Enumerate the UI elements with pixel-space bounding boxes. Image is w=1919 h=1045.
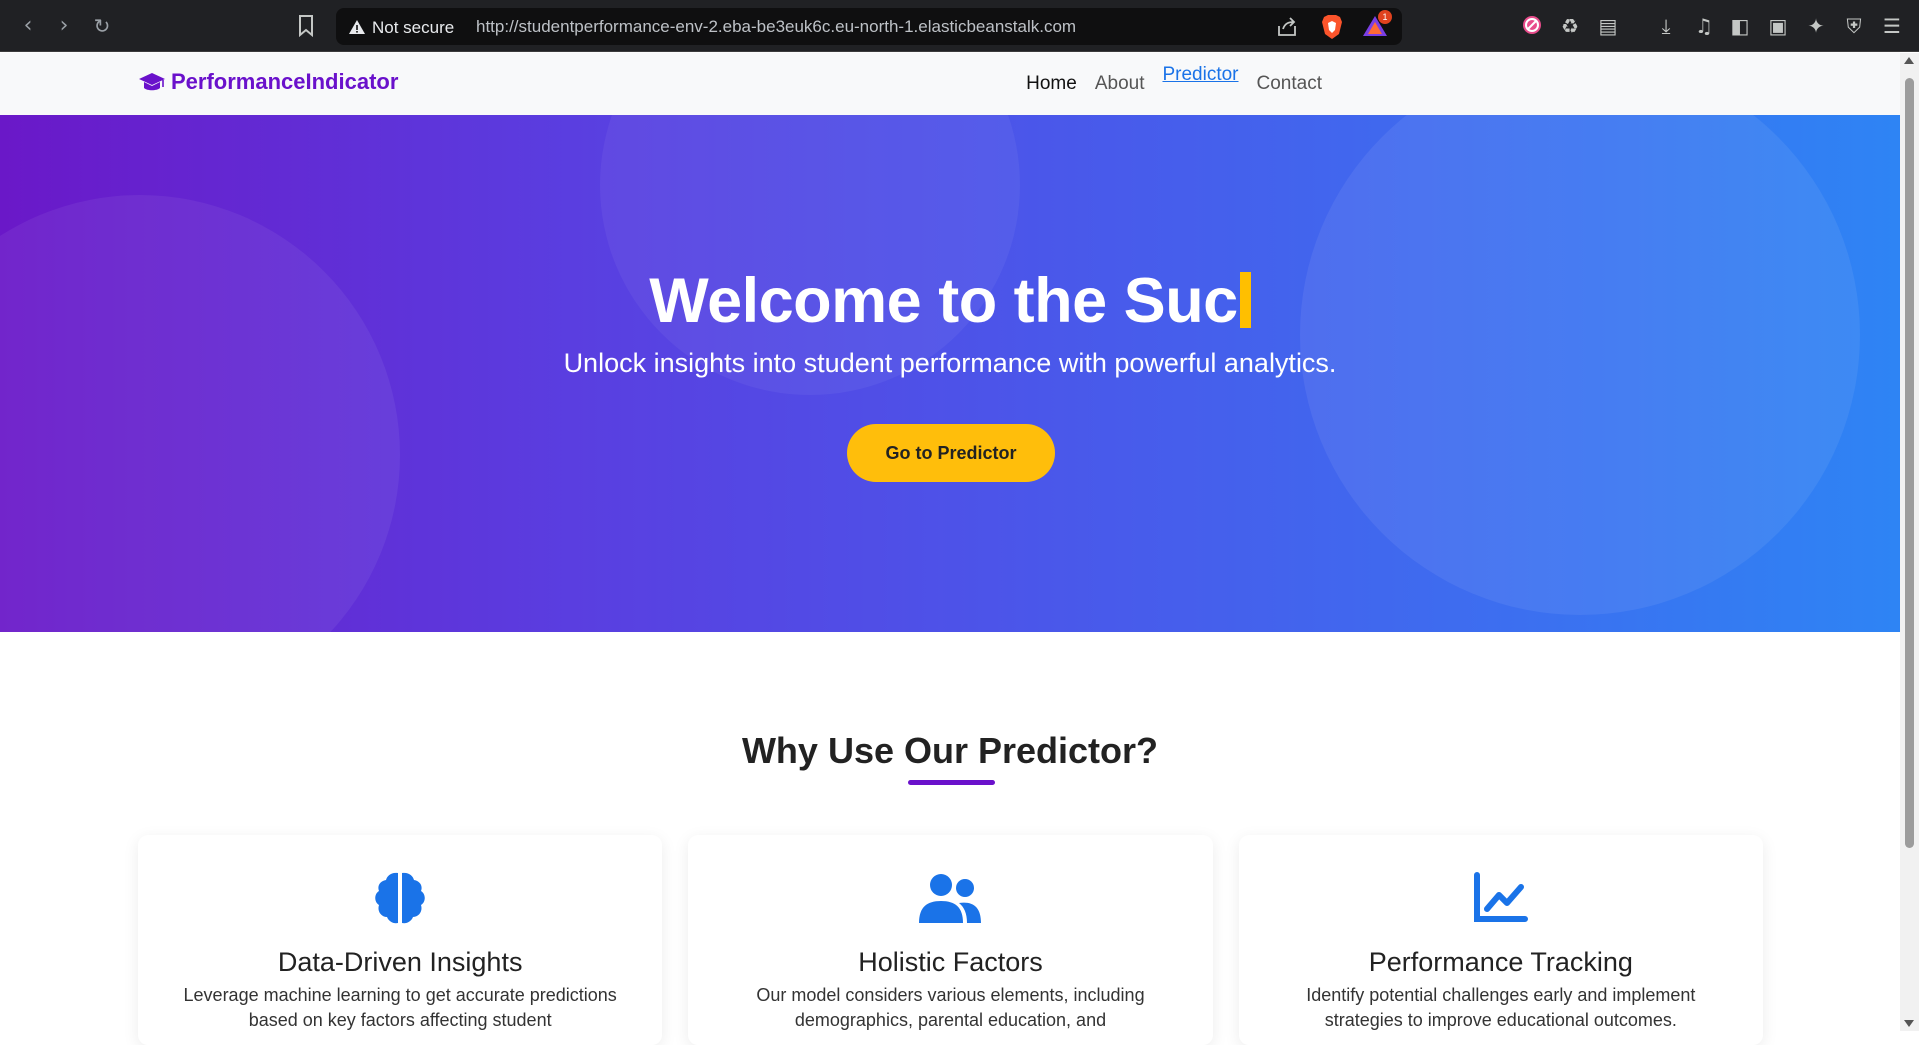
hero-title-text: Welcome to the Suc	[649, 266, 1238, 336]
back-icon[interactable]: ‹	[14, 12, 42, 40]
chart-line-icon	[1473, 872, 1528, 922]
ai-sparkle-icon[interactable]: ✦	[1804, 14, 1828, 38]
feature-card: Data-Driven Insights Leverage machine le…	[138, 835, 663, 1045]
site-navbar: PerformanceIndicator Home About Predicto…	[0, 53, 1900, 115]
extensions-icon[interactable]: ♻	[1558, 14, 1582, 38]
heading-underline	[908, 780, 995, 785]
reload-icon[interactable]: ↻	[88, 12, 116, 40]
hero-section: Welcome to the Suc Unlock insights into …	[0, 115, 1900, 632]
feature-text: Our model considers various elements, in…	[756, 985, 1145, 1030]
brand-logo[interactable]: PerformanceIndicator	[138, 69, 398, 95]
menu-icon[interactable]: ☰	[1880, 14, 1904, 38]
brand-name: PerformanceIndicator	[171, 69, 399, 94]
scroll-down-icon[interactable]	[1904, 1020, 1914, 1027]
rewards-badge: 1	[1378, 10, 1392, 24]
feature-card: Performance Tracking Identify potential …	[1238, 835, 1763, 1045]
feature-text: Leverage machine learning to get accurat…	[183, 985, 617, 1030]
music-icon[interactable]: ♫	[1692, 14, 1716, 38]
feature-text: Identify potential challenges early and …	[1306, 985, 1696, 1030]
scrollbar-thumb[interactable]	[1905, 78, 1914, 848]
typing-caret	[1239, 272, 1251, 328]
nav-links: Home About Predictor Contact	[1026, 64, 1322, 95]
hero-bg-shape	[0, 195, 400, 632]
rewards-icon[interactable]: 1	[1362, 10, 1392, 38]
reader-mode-icon[interactable]: ▤	[1596, 14, 1620, 38]
page-scrollbar[interactable]	[1900, 53, 1919, 1031]
sidebar-icon[interactable]: ◧	[1728, 14, 1752, 38]
brain-icon	[375, 872, 425, 924]
nav-home[interactable]: Home	[1026, 73, 1077, 95]
block-icon[interactable]	[1520, 14, 1544, 38]
security-indicator[interactable]: Not secure	[348, 17, 454, 38]
browser-toolbar: ‹ › ↻ Not secure http://studentperforman…	[0, 0, 1919, 52]
nav-contact[interactable]: Contact	[1257, 73, 1322, 95]
feature-cards: Data-Driven Insights Leverage machine le…	[138, 835, 1763, 1045]
brave-shield-icon[interactable]	[1320, 14, 1344, 40]
scroll-up-icon[interactable]	[1904, 57, 1914, 64]
download-icon[interactable]: ⤓	[1654, 14, 1678, 38]
url-text[interactable]: http://studentperformance-env-2.eba-be3e…	[476, 17, 1076, 37]
address-bar[interactable]: Not secure http://studentperformance-env…	[336, 8, 1402, 45]
feature-title: Performance Tracking	[1368, 947, 1633, 977]
graduation-cap-icon	[139, 73, 165, 91]
wallet-icon[interactable]: ▣	[1766, 14, 1790, 38]
nav-predictor[interactable]: Predictor	[1162, 64, 1238, 86]
vpn-shield-icon[interactable]: ⛨	[1842, 14, 1866, 38]
share-icon[interactable]	[1276, 16, 1298, 38]
users-icon	[919, 874, 982, 923]
feature-card: Holistic Factors Our model considers var…	[688, 835, 1213, 1045]
feature-title: Data-Driven Insights	[277, 947, 523, 977]
feature-title: Holistic Factors	[858, 947, 1043, 977]
go-to-predictor-button[interactable]: Go to Predictor	[847, 424, 1055, 482]
hero-subtitle: Unlock insights into student performance…	[563, 348, 1337, 378]
warning-icon	[349, 20, 365, 34]
hero-title: Welcome to the Suc	[0, 265, 1900, 337]
bookmark-icon[interactable]	[298, 15, 314, 37]
security-label: Not secure	[372, 18, 455, 37]
features-heading: Why Use Our Predictor?	[741, 730, 1159, 771]
nav-about[interactable]: About	[1095, 73, 1145, 95]
forward-icon[interactable]: ›	[50, 12, 78, 40]
